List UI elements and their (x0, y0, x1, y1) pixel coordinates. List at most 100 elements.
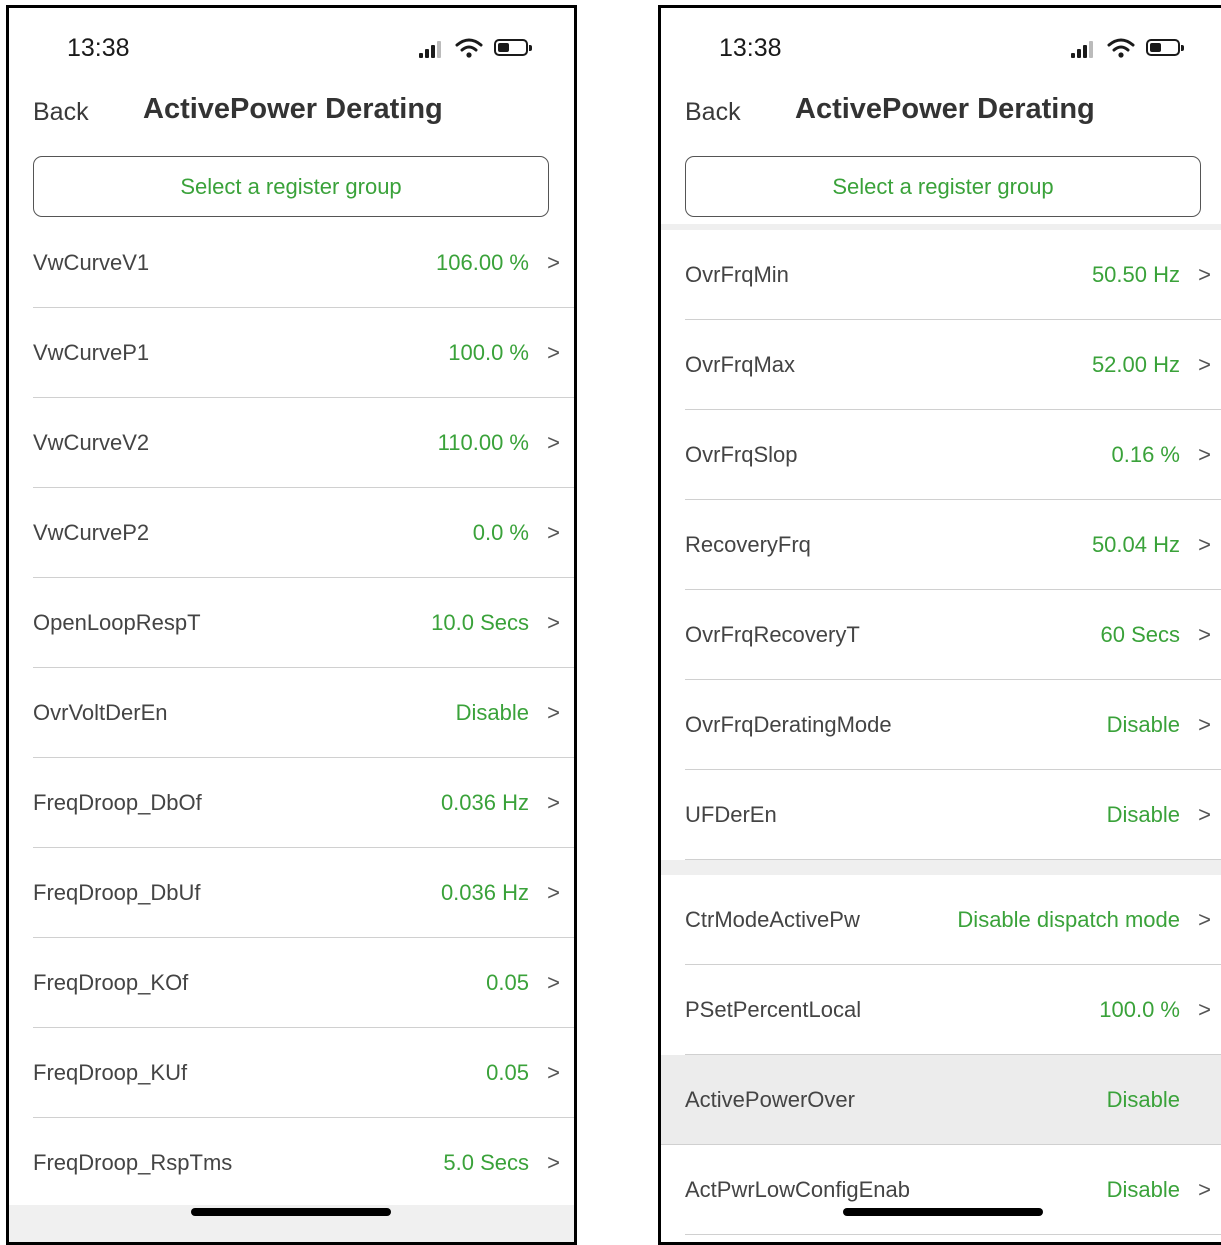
row-label: FreqDroop_RspTms (33, 1150, 233, 1175)
status-time: 13:38 (719, 34, 782, 62)
row-label: OpenLoopRespT (33, 610, 201, 635)
chevron-right-icon: > (547, 520, 560, 545)
nav-bar: Back ActivePower Derating (9, 88, 574, 148)
chevron-right-icon: > (1198, 907, 1211, 932)
list-item[interactable]: CtrModeActivePw Disable dispatch mode > (685, 875, 1221, 965)
home-indicator[interactable] (843, 1208, 1043, 1216)
list-item[interactable]: PSetPercentLocal 100.0 % > (685, 965, 1221, 1055)
row-value: 0.036 Hz (440, 790, 529, 815)
list-item[interactable]: FreqDroop_KUf 0.05 > (33, 1028, 574, 1118)
wifi-icon (1107, 38, 1135, 58)
row-label: VwCurveV1 (33, 250, 150, 275)
list-item[interactable]: ActivePowerOver Disable (661, 1055, 1221, 1145)
phone-screen-left: 13:38 Back ActivePower Derating Select a… (6, 5, 577, 1245)
battery-icon (1146, 39, 1184, 56)
row-value: Disable (1106, 1087, 1180, 1112)
row-label: FreqDroop_KUf (33, 1060, 188, 1085)
chevron-right-icon: > (547, 610, 560, 635)
row-label: OvrFrqMin (685, 262, 789, 287)
row-label: OvrFrqRecoveryT (685, 622, 860, 647)
row-value: 60 Secs (1100, 622, 1181, 647)
settings-list: OvrFrqMin 50.50 Hz > OvrFrqMax 52.00 Hz > OvrF… (661, 224, 1221, 1235)
list-item[interactable]: FreqDroop_RspTms 5.0 Secs > (33, 1118, 574, 1208)
select-register-group-button[interactable]: Select a register group (685, 156, 1201, 217)
list-item[interactable]: FreqDroop_KOf 0.05 > (33, 938, 574, 1028)
row-label: VwCurveP2 (33, 520, 150, 545)
status-icons (1071, 38, 1191, 60)
row-label: ActPwrLowConfigEnab (685, 1177, 911, 1202)
list-item[interactable]: RecoveryFrq 50.04 Hz > (685, 500, 1221, 590)
row-value: 5.0 Secs (443, 1150, 529, 1175)
chevron-right-icon: > (547, 1150, 560, 1175)
row-label: FreqDroop_DbUf (33, 880, 201, 905)
select-register-group-button[interactable]: Select a register group (33, 156, 549, 217)
row-value: 50.04 Hz (1091, 532, 1180, 557)
row-value: 106.00 % (436, 250, 529, 275)
chevron-right-icon: > (1198, 352, 1211, 377)
list-item[interactable]: FreqDroop_DbOf 0.036 Hz > (33, 758, 574, 848)
row-value: 52.00 Hz (1091, 352, 1180, 377)
list-item[interactable]: VwCurveP1 100.0 % > (33, 308, 574, 398)
row-label: VwCurveP1 (33, 340, 150, 365)
back-button[interactable]: Back (33, 98, 89, 127)
row-value: 100.0 % (448, 340, 529, 365)
chevron-right-icon: > (1198, 712, 1211, 737)
list-item[interactable]: OvrFrqMin 50.50 Hz > (685, 230, 1221, 320)
page-title: ActivePower Derating (795, 93, 1095, 125)
row-label: FreqDroop_KOf (33, 970, 189, 995)
battery-icon (494, 39, 532, 56)
list-item[interactable]: OpenLoopRespT 10.0 Secs > (33, 578, 574, 668)
row-label: ActivePowerOver (685, 1087, 855, 1112)
list-item[interactable]: OvrVoltDerEn Disable > (33, 668, 574, 758)
chevron-right-icon: > (547, 430, 560, 455)
row-label: CtrModeActivePw (685, 907, 860, 932)
row-label: RecoveryFrq (685, 532, 811, 557)
list-item[interactable]: VwCurveV2 110.00 % > (33, 398, 574, 488)
row-value: 100.0 % (1099, 997, 1180, 1022)
home-indicator[interactable] (191, 1208, 391, 1216)
chevron-right-icon: > (547, 970, 560, 995)
list-item[interactable]: OvrFrqMax 52.00 Hz > (685, 320, 1221, 410)
row-label: OvrFrqMax (685, 352, 795, 377)
row-label: PSetPercentLocal (685, 997, 862, 1022)
row-value: 0.05 (486, 970, 529, 995)
list-item[interactable]: VwCurveV1 106.00 % > (33, 218, 574, 308)
row-label: OvrFrqSlop (685, 442, 798, 467)
chevron-right-icon: > (1198, 532, 1211, 557)
list-item[interactable]: OvrFrqSlop 0.16 % > (685, 410, 1221, 500)
list-item[interactable]: VwCurveP2 0.0 % > (33, 488, 574, 578)
chevron-right-icon: > (547, 1060, 560, 1085)
list-item[interactable]: FreqDroop_DbUf 0.036 Hz > (33, 848, 574, 938)
chevron-right-icon: > (547, 340, 560, 365)
row-value: 0.16 % (1111, 442, 1181, 467)
row-value: 110.00 % (437, 430, 529, 455)
chevron-right-icon: > (1198, 997, 1211, 1022)
page-title: ActivePower Derating (143, 93, 443, 125)
cellular-signal-icon (419, 38, 449, 60)
row-label: UFDerEn (685, 802, 777, 827)
row-label: VwCurveV2 (33, 430, 150, 455)
list-item[interactable]: UFDerEn Disable > (685, 770, 1221, 860)
row-label: OvrFrqDeratingMode (685, 712, 892, 737)
cellular-signal-icon (1071, 38, 1101, 60)
chevron-right-icon: > (1198, 1177, 1211, 1202)
row-value: Disable (1106, 1177, 1180, 1202)
wifi-icon (455, 38, 483, 58)
nav-bar: Back ActivePower Derating (661, 88, 1221, 148)
list-item[interactable]: OvrFrqDeratingMode Disable > (685, 680, 1221, 770)
row-label: FreqDroop_DbOf (33, 790, 202, 815)
back-button[interactable]: Back (685, 98, 741, 127)
row-value: Disable (455, 700, 529, 725)
status-bar: 13:38 (9, 8, 574, 88)
row-value: Disable (1106, 802, 1180, 827)
row-value: 0.05 (486, 1060, 529, 1085)
chevron-right-icon: > (1198, 802, 1211, 827)
list-item[interactable]: OvrFrqRecoveryT 60 Secs > (685, 590, 1221, 680)
row-value: 50.50 Hz (1091, 262, 1180, 287)
chevron-right-icon: > (1198, 622, 1211, 647)
row-value: 0.036 Hz (440, 880, 529, 905)
chevron-right-icon: > (547, 250, 560, 275)
status-time: 13:38 (67, 34, 130, 62)
phone-screen-right: 13:38 Back ActivePower Derating Select a… (658, 5, 1221, 1245)
chevron-right-icon: > (547, 700, 560, 725)
